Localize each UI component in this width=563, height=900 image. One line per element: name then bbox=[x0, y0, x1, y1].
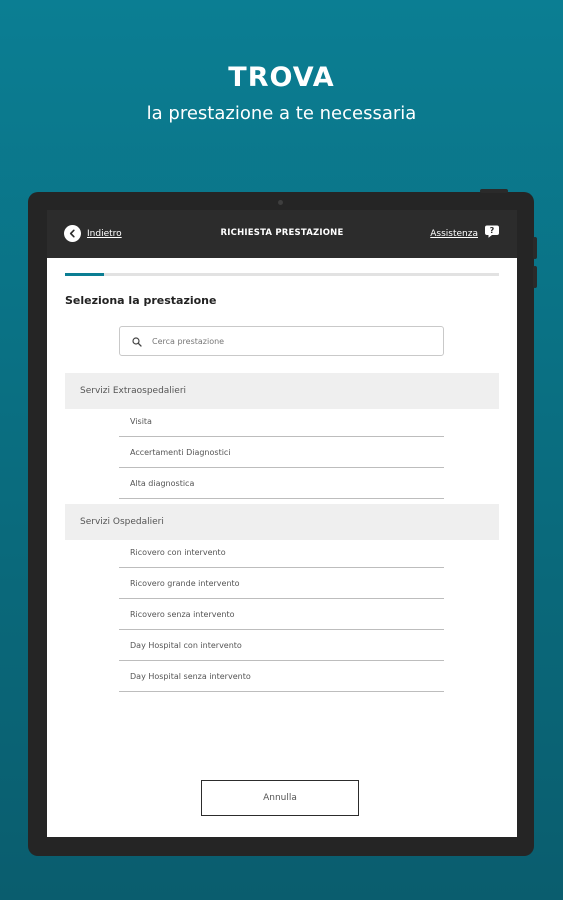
app-bar: Indietro RICHIESTA PRESTAZIONE Assistenz… bbox=[47, 210, 517, 258]
list-item[interactable]: Alta diagnostica bbox=[119, 468, 444, 499]
section-title: Seleziona la prestazione bbox=[65, 294, 217, 307]
list-item[interactable]: Ricovero senza intervento bbox=[119, 599, 444, 630]
camera-dot bbox=[278, 200, 283, 205]
svg-text:?: ? bbox=[490, 226, 495, 235]
hero-title: TROVA bbox=[228, 62, 335, 93]
list-item[interactable]: Day Hospital senza intervento bbox=[119, 661, 444, 692]
progress-bar bbox=[65, 273, 499, 276]
search-icon bbox=[132, 332, 142, 351]
hero-subtitle: la prestazione a te necessaria bbox=[146, 103, 417, 124]
volume-up-button bbox=[533, 237, 537, 259]
search-field[interactable] bbox=[119, 326, 444, 356]
group-header: Servizi Extraospedalieri bbox=[65, 373, 499, 409]
assist-label: Assistenza bbox=[430, 228, 478, 239]
list-item[interactable]: Ricovero con intervento bbox=[119, 537, 444, 568]
volume-down-button bbox=[533, 266, 537, 288]
cancel-button[interactable]: Annulla bbox=[201, 780, 359, 816]
group-header: Servizi Ospedalieri bbox=[65, 504, 499, 540]
power-button bbox=[480, 189, 508, 193]
tablet-frame: Indietro RICHIESTA PRESTAZIONE Assistenz… bbox=[28, 189, 537, 856]
search-input[interactable] bbox=[152, 336, 412, 346]
list-item[interactable]: Visita bbox=[119, 406, 444, 437]
assist-button[interactable]: Assistenza ? bbox=[430, 225, 500, 242]
chat-help-icon: ? bbox=[484, 224, 500, 243]
list-item[interactable]: Day Hospital con intervento bbox=[119, 630, 444, 661]
app-screen: Indietro RICHIESTA PRESTAZIONE Assistenz… bbox=[47, 210, 517, 837]
list-item[interactable]: Ricovero grande intervento bbox=[119, 568, 444, 599]
list-item[interactable]: Accertamenti Diagnostici bbox=[119, 437, 444, 468]
progress-fill bbox=[65, 273, 105, 276]
